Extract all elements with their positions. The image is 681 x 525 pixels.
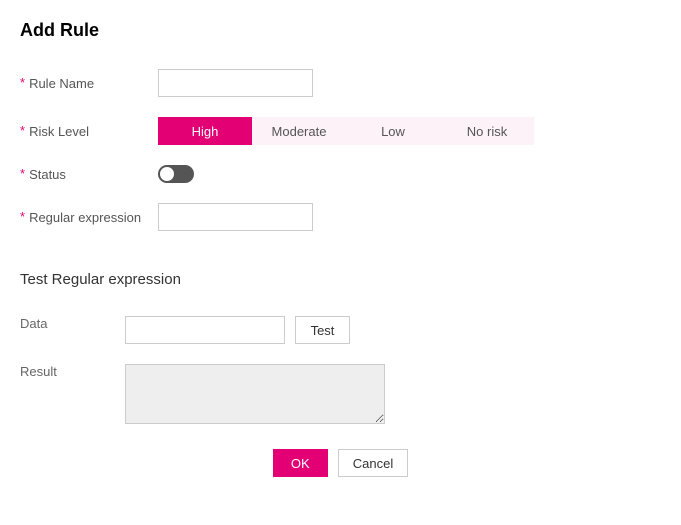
status-row: * Status bbox=[20, 165, 661, 183]
test-section-title: Test Regular expression bbox=[20, 271, 661, 288]
risk-option-high[interactable]: High bbox=[158, 117, 252, 145]
footer-buttons: OK Cancel bbox=[20, 449, 661, 477]
risk-option-low[interactable]: Low bbox=[346, 117, 440, 145]
required-marker: * bbox=[20, 167, 25, 180]
page-title: Add Rule bbox=[20, 20, 661, 41]
result-area[interactable] bbox=[125, 364, 385, 424]
result-label: Result bbox=[20, 364, 125, 379]
risk-level-group: High Moderate Low No risk bbox=[158, 117, 661, 145]
rule-name-label: * Rule Name bbox=[20, 76, 158, 91]
risk-level-label-text: Risk Level bbox=[29, 124, 89, 139]
required-marker: * bbox=[20, 124, 25, 137]
result-row: Result bbox=[20, 364, 661, 424]
required-marker: * bbox=[20, 210, 25, 223]
required-marker: * bbox=[20, 76, 25, 89]
rule-name-row: * Rule Name bbox=[20, 69, 661, 97]
data-input[interactable] bbox=[125, 316, 285, 344]
status-label-text: Status bbox=[29, 167, 66, 182]
regex-row: * Regular expression bbox=[20, 203, 661, 231]
test-button[interactable]: Test bbox=[295, 316, 350, 344]
risk-option-moderate[interactable]: Moderate bbox=[252, 117, 346, 145]
status-toggle[interactable] bbox=[158, 165, 194, 183]
regex-input[interactable] bbox=[158, 203, 313, 231]
risk-level-row: * Risk Level High Moderate Low No risk bbox=[20, 117, 661, 145]
regex-label-text: Regular expression bbox=[29, 210, 141, 225]
ok-button[interactable]: OK bbox=[273, 449, 328, 477]
rule-name-input[interactable] bbox=[158, 69, 313, 97]
rule-name-label-text: Rule Name bbox=[29, 76, 94, 91]
cancel-button[interactable]: Cancel bbox=[338, 449, 408, 477]
risk-option-norisk[interactable]: No risk bbox=[440, 117, 534, 145]
data-label: Data bbox=[20, 316, 125, 331]
status-label: * Status bbox=[20, 167, 158, 182]
data-row: Data Test bbox=[20, 316, 661, 344]
risk-level-label: * Risk Level bbox=[20, 124, 158, 139]
switch-knob bbox=[160, 167, 174, 181]
regex-label: * Regular expression bbox=[20, 210, 158, 225]
